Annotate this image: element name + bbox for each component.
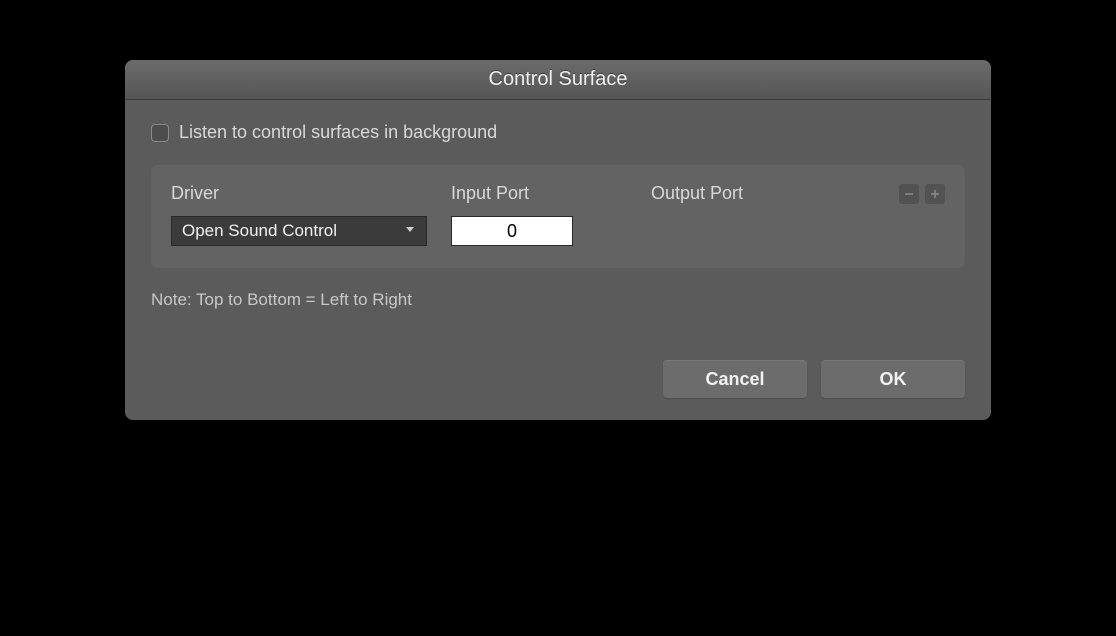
input-port-header: Input Port	[451, 183, 529, 203]
row-action-buttons	[899, 184, 945, 204]
control-surface-dialog: Control Surface Listen to control surfac…	[125, 60, 991, 420]
driver-select[interactable]: Open Sound Control	[171, 216, 427, 246]
output-port-header: Output Port	[651, 183, 743, 203]
chevron-down-icon	[404, 222, 416, 240]
remove-row-button[interactable]	[899, 184, 919, 204]
titlebar: Control Surface	[125, 60, 991, 100]
ordering-note: Note: Top to Bottom = Left to Right	[151, 290, 965, 310]
driver-header: Driver	[171, 183, 219, 203]
dialog-title: Control Surface	[489, 68, 628, 91]
surface-row: Open Sound Control	[171, 216, 945, 246]
dialog-footer: Cancel OK	[151, 360, 965, 398]
plus-icon	[929, 188, 941, 200]
background-listen-label: Listen to control surfaces in background	[179, 122, 497, 143]
add-row-button[interactable]	[925, 184, 945, 204]
dialog-content: Listen to control surfaces in background…	[125, 100, 991, 420]
ok-button[interactable]: OK	[821, 360, 965, 398]
background-listen-checkbox[interactable]	[151, 124, 169, 142]
input-port-field[interactable]	[451, 216, 573, 246]
cancel-button[interactable]: Cancel	[663, 360, 807, 398]
panel-header: Driver Input Port Output Port	[171, 183, 945, 204]
driver-select-value: Open Sound Control	[182, 221, 337, 241]
surfaces-panel: Driver Input Port Output Port	[151, 165, 965, 268]
background-listen-row: Listen to control surfaces in background	[151, 122, 965, 143]
minus-icon	[903, 188, 915, 200]
